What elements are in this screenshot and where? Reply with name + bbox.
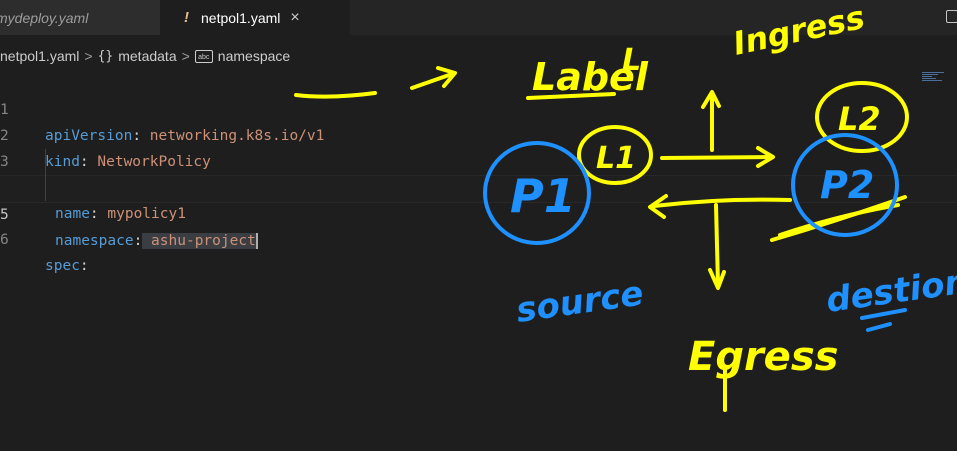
modified-warning-icon: !	[184, 9, 189, 26]
indent-guide	[45, 149, 46, 201]
line-number: 6	[0, 232, 9, 248]
tab-netpol1[interactable]: ! netpol1.yaml ×	[160, 0, 350, 35]
tab-bar: mydeploy.yaml ! netpol1.yaml ×	[0, 0, 957, 35]
tab-mydeploy[interactable]: mydeploy.yaml	[0, 0, 160, 35]
breadcrumb-metadata[interactable]: metadata	[118, 48, 176, 64]
code-editor[interactable]: 1 apiVersion: networking.k8s.io/v1 2 kin…	[0, 71, 957, 451]
string-icon: abc	[194, 49, 213, 63]
minimap[interactable]	[922, 72, 952, 82]
tab-label: mydeploy.yaml	[0, 9, 89, 26]
breadcrumb-file[interactable]: netpol1.yaml	[0, 48, 79, 64]
code-line: 6 spec:	[0, 201, 957, 274]
selected-yaml-value: ashu-project	[142, 233, 258, 249]
yaml-colon: :	[79, 258, 89, 274]
code-line: 4 name: mypolicy1	[0, 149, 957, 222]
code-line: 3 metadata:	[0, 123, 957, 196]
breadcrumb: netpol1.yaml > {} metadata > abc namespa…	[0, 44, 290, 68]
breadcrumb-namespace[interactable]: namespace	[218, 48, 290, 64]
current-code-line: 5 namespace: ashu-project	[0, 175, 957, 249]
object-icon: {}	[97, 48, 114, 64]
yaml-key: spec	[45, 258, 80, 274]
tab-label: netpol1.yaml	[201, 9, 281, 26]
close-icon[interactable]: ×	[290, 9, 299, 27]
chevron-right-icon: >	[84, 48, 93, 64]
code-line: 1 apiVersion: networking.k8s.io/v1	[0, 71, 957, 144]
yaml-colon: :	[133, 233, 143, 249]
chevron-right-icon: >	[181, 48, 190, 64]
split-editor-icon[interactable]	[946, 10, 957, 23]
yaml-key: namespace	[55, 233, 134, 249]
code-line: 2 kind: NetworkPolicy	[0, 97, 957, 170]
